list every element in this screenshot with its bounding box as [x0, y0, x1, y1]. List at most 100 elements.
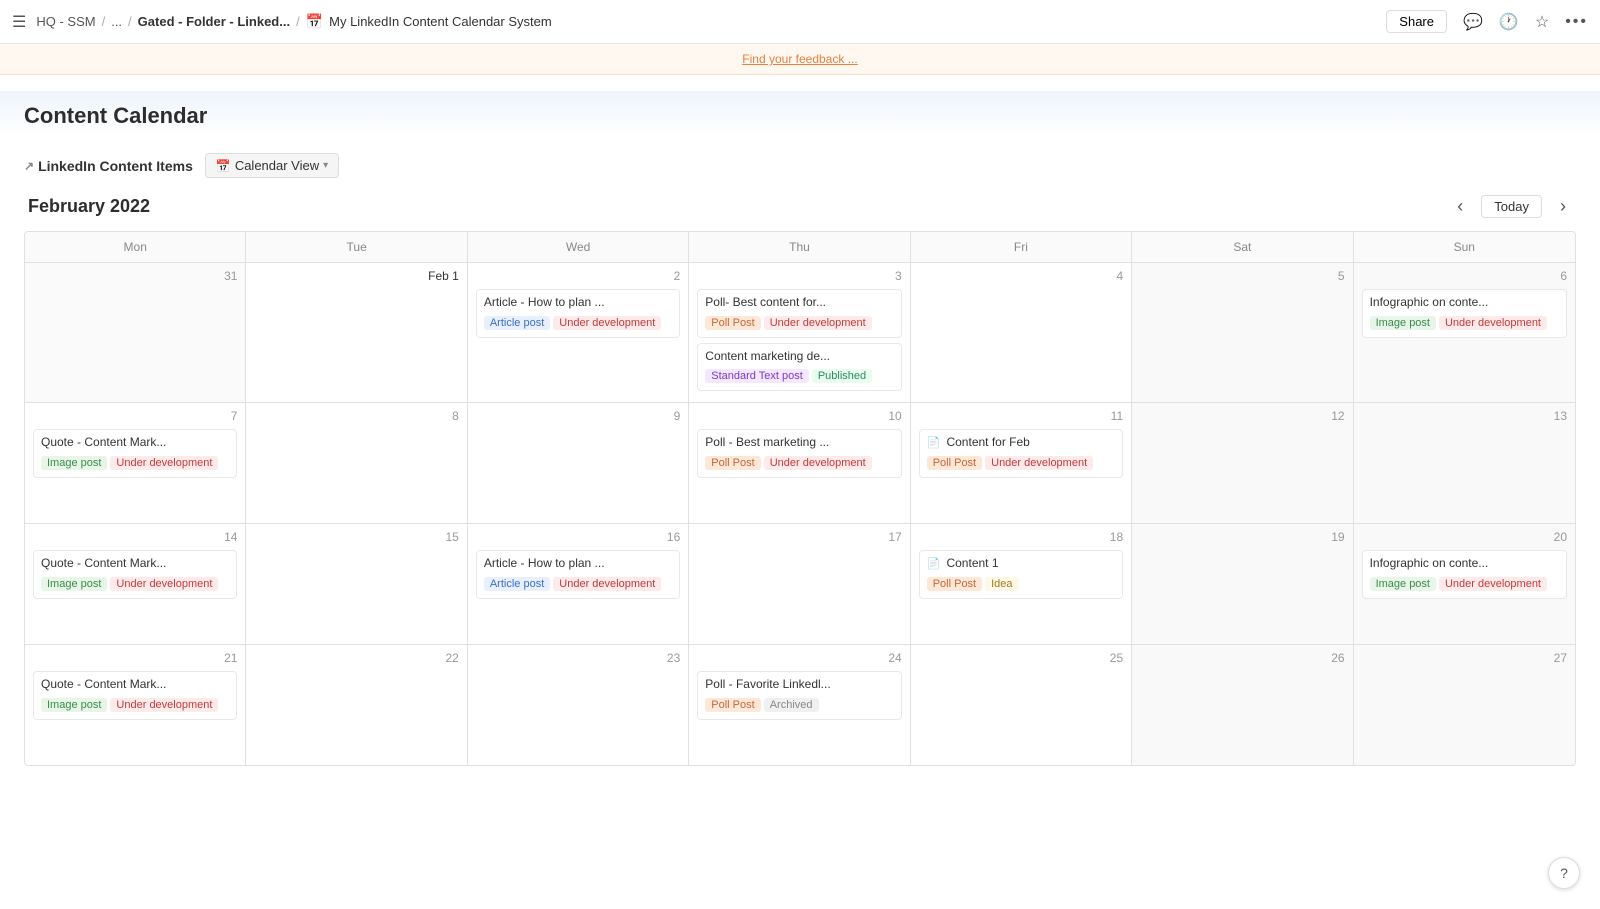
- day-number: 23: [476, 651, 680, 665]
- event-title: Article - How to plan ...: [484, 295, 672, 311]
- tag-under: Under development: [1439, 577, 1547, 591]
- day-header-fri: Fri: [911, 232, 1132, 262]
- day-number: 4: [919, 269, 1123, 283]
- day-header-tue: Tue: [246, 232, 467, 262]
- doc-icon: 📄: [927, 437, 944, 449]
- calendar-day-0-1: Feb 1: [246, 263, 467, 402]
- breadcrumb-ellipsis[interactable]: ...: [111, 14, 122, 29]
- day-number: 20: [1362, 530, 1567, 544]
- calendar-view-button[interactable]: 📅 Calendar View ▾: [205, 153, 339, 178]
- menu-icon[interactable]: ☰: [12, 12, 26, 32]
- calendar-day-3-1: 22: [246, 645, 467, 765]
- event-0-2-0[interactable]: Article - How to plan ...Article postUnd…: [476, 289, 680, 338]
- event-title: Infographic on conte...: [1370, 556, 1559, 572]
- linkedin-items-link[interactable]: ↗ LinkedIn Content Items: [24, 158, 193, 174]
- tag-standard: Standard Text post: [705, 369, 809, 383]
- event-0-3-0[interactable]: Poll- Best content for...Poll PostUnder …: [697, 289, 901, 338]
- calendar-day-2-4: 18📄 Content 1Poll PostIdea: [911, 524, 1132, 644]
- tag-under: Under development: [985, 456, 1093, 470]
- calendar-day-2-0: 14Quote - Content Mark...Image postUnder…: [25, 524, 246, 644]
- day-headers: Mon Tue Wed Thu Fri Sat Sun: [25, 232, 1575, 263]
- day-number: 7: [33, 409, 237, 423]
- calendar-day-1-6: 13: [1354, 403, 1575, 523]
- tag-image: Image post: [41, 456, 107, 470]
- tag-under: Under development: [110, 577, 218, 591]
- event-title: Quote - Content Mark...: [41, 556, 229, 572]
- event-3-3-0[interactable]: Poll - Favorite Linkedl...Poll PostArchi…: [697, 671, 901, 720]
- tag-poll: Poll Post: [705, 698, 760, 712]
- day-number: 21: [33, 651, 237, 665]
- calendar-day-2-3: 17: [689, 524, 910, 644]
- calendar-day-0-6: 6 Infographic on conte...Image postUnder …: [1354, 263, 1575, 402]
- day-number: 15: [254, 530, 458, 544]
- share-button[interactable]: Share: [1386, 10, 1447, 33]
- event-2-2-0[interactable]: Article - How to plan ...Article postUnd…: [476, 550, 680, 599]
- arrow-icon: ↗: [24, 159, 34, 173]
- history-icon[interactable]: 🕐: [1499, 12, 1519, 32]
- calendar-icon: 📅: [216, 159, 231, 173]
- day-number: 16: [476, 530, 680, 544]
- calendar-day-1-5: 12: [1132, 403, 1353, 523]
- help-button[interactable]: ?: [1548, 857, 1580, 889]
- event-2-4-0[interactable]: 📄 Content 1Poll PostIdea: [919, 550, 1123, 599]
- tag-image: Image post: [41, 698, 107, 712]
- calendar-day-1-4: 11📄 Content for FebPoll PostUnder develo…: [911, 403, 1132, 523]
- event-2-6-0[interactable]: Infographic on conte... Image postUnder d…: [1362, 550, 1567, 599]
- calendar-month-label: February 2022: [28, 196, 150, 217]
- feedback-link[interactable]: Find your feedback ...: [742, 52, 857, 66]
- calendar-day-0-5: 5: [1132, 263, 1353, 402]
- day-number: Feb 1: [254, 269, 458, 283]
- event-3-0-0[interactable]: Quote - Content Mark...Image postUnder d…: [33, 671, 237, 720]
- topbar-right: Share 💬 🕐 ☆ •••: [1386, 10, 1588, 33]
- tag-under: Under development: [1439, 316, 1547, 330]
- event-1-3-0[interactable]: Poll - Best marketing ...Poll PostUnder …: [697, 429, 901, 478]
- prev-month-button[interactable]: ‹: [1451, 194, 1469, 219]
- day-number: 3: [697, 269, 901, 283]
- day-number: 2: [476, 269, 680, 283]
- day-header-sun: Sun: [1354, 232, 1575, 262]
- calendar-day-1-2: 9: [468, 403, 689, 523]
- day-number: 8: [254, 409, 458, 423]
- breadcrumb-hq[interactable]: HQ - SSM: [36, 14, 95, 29]
- day-number: 19: [1140, 530, 1344, 544]
- calendar-day-1-1: 8: [246, 403, 467, 523]
- tag-article: Article post: [484, 577, 550, 591]
- calendar-day-0-2: 2 Article - How to plan ...Article postUn…: [468, 263, 689, 402]
- calendar-day-2-6: 20 Infographic on conte... Image postUnder…: [1354, 524, 1575, 644]
- calendar-day-3-3: 24 Poll - Favorite Linkedl...Poll PostArc…: [689, 645, 910, 765]
- breadcrumb-gated[interactable]: Gated - Folder - Linked...: [138, 14, 290, 29]
- topbar-left: ☰ HQ - SSM / ... / Gated - Folder - Link…: [12, 12, 552, 32]
- tag-published: Published: [812, 369, 872, 383]
- more-icon[interactable]: •••: [1565, 13, 1588, 31]
- content-area: Content Calendar ↗ LinkedIn Content Item…: [0, 75, 1600, 766]
- event-title: Article - How to plan ...: [484, 556, 672, 572]
- event-1-0-0[interactable]: Quote - Content Mark...Image postUnder d…: [33, 429, 237, 478]
- event-0-6-0[interactable]: Infographic on conte...Image postUnder d…: [1362, 289, 1567, 338]
- event-0-3-1[interactable]: Content marketing de... Standard Text pos…: [697, 343, 901, 392]
- calendar-week-0: 31 Feb 1 2 Article - How to plan ...Article…: [25, 263, 1575, 403]
- event-2-0-0[interactable]: Quote - Content Mark...Image postUnder d…: [33, 550, 237, 599]
- tag-image: Image post: [1370, 577, 1436, 591]
- comment-icon[interactable]: 💬: [1463, 12, 1483, 32]
- day-number: 12: [1140, 409, 1344, 423]
- tag-poll: Poll Post: [705, 456, 760, 470]
- day-number: 24: [697, 651, 901, 665]
- page-icon: 📅: [306, 13, 323, 30]
- day-number: 6: [1362, 269, 1567, 283]
- tag-under: Under development: [764, 316, 872, 330]
- event-1-4-0[interactable]: 📄 Content for FebPoll PostUnder developm…: [919, 429, 1123, 478]
- calendar-day-0-0: 31: [25, 263, 246, 402]
- day-number: 9: [476, 409, 680, 423]
- calendar-weeks: 31Feb 12Article - How to plan ...Article…: [25, 263, 1575, 765]
- breadcrumb-sep-3: /: [296, 14, 300, 29]
- event-title: Poll- Best content for...: [705, 295, 893, 311]
- event-title: Content marketing de...: [705, 349, 893, 365]
- tag-idea: Idea: [985, 577, 1018, 591]
- page-title: My LinkedIn Content Calendar System: [329, 14, 552, 29]
- items-header: ↗ LinkedIn Content Items 📅 Calendar View…: [24, 153, 1576, 178]
- today-button[interactable]: Today: [1481, 195, 1542, 218]
- next-month-button[interactable]: ›: [1554, 194, 1572, 219]
- day-header-wed: Wed: [468, 232, 689, 262]
- star-icon[interactable]: ☆: [1535, 12, 1549, 32]
- event-title: 📄 Content 1: [927, 556, 1115, 572]
